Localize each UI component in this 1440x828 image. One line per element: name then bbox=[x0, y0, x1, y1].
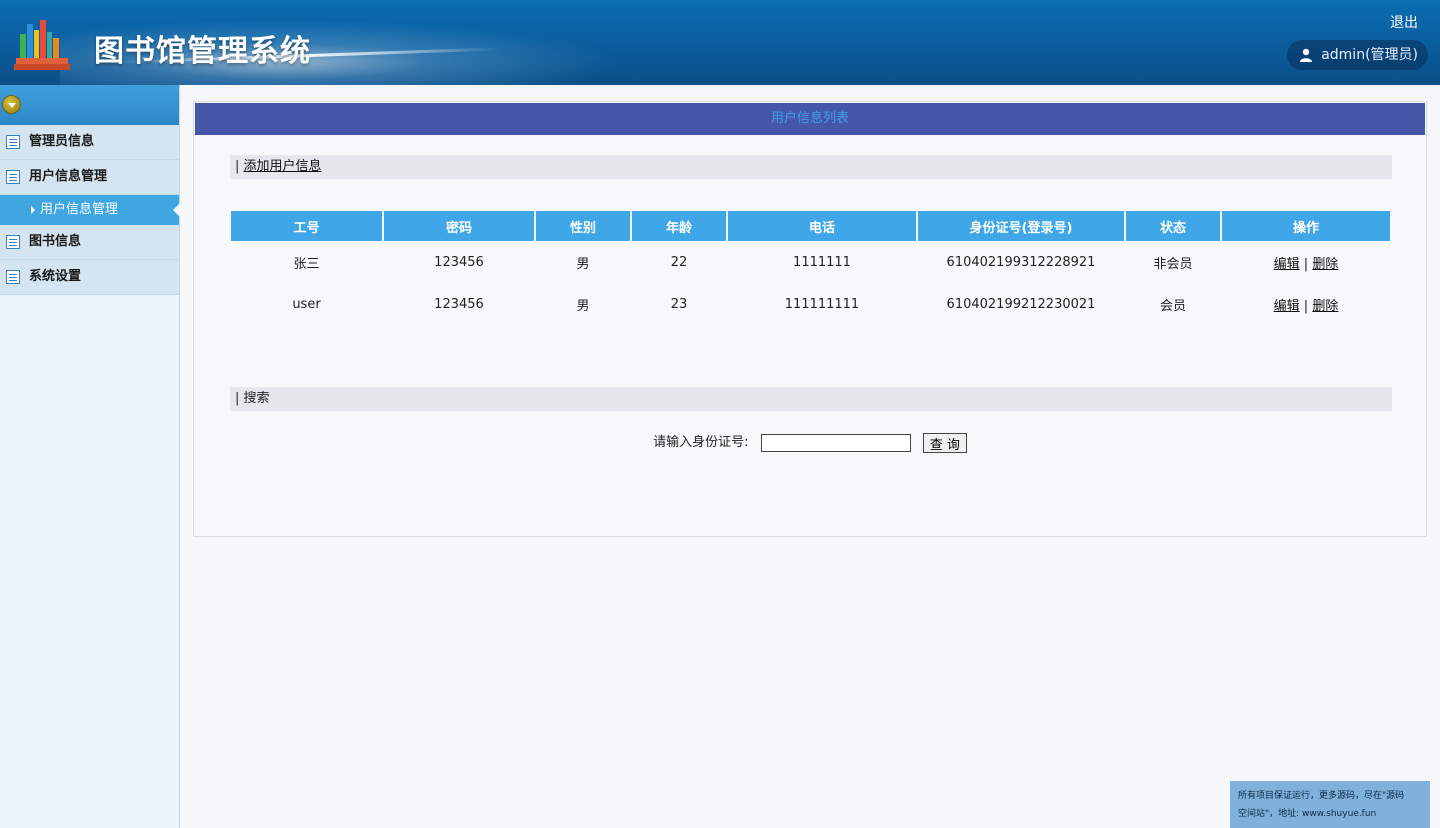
table-row: 张三 123456 男 22 1111111 61040219931222892… bbox=[231, 241, 1390, 283]
cell-age: 23 bbox=[670, 296, 688, 312]
column-header: 年龄 bbox=[632, 211, 726, 241]
column-header: 状态 bbox=[1126, 211, 1220, 241]
search-button[interactable]: 查 询 bbox=[922, 432, 967, 453]
search-row: 请输入身份证号: 查 询 bbox=[194, 431, 1426, 453]
panel-title: 用户信息列表 bbox=[195, 103, 1425, 135]
cell-status: 非会员 bbox=[1153, 256, 1193, 272]
watermark-note: 所有项目保证运行，更多源码，尽在"源码 空间站"，地址: www.shuyue.… bbox=[1230, 781, 1430, 828]
sidebar-subitem-label: 用户信息管理 bbox=[40, 202, 119, 217]
cell-id: user bbox=[292, 296, 321, 312]
column-header: 工号 bbox=[231, 211, 382, 241]
caret-right-icon bbox=[31, 206, 35, 214]
action-separator: | bbox=[1303, 298, 1309, 314]
cell-phone: 1111111 bbox=[793, 254, 851, 270]
sidebar-item-label: 图书信息 bbox=[29, 234, 82, 249]
bar-separator: | bbox=[235, 159, 244, 174]
search-section-label: 搜索 bbox=[243, 391, 270, 406]
column-header: 操作 bbox=[1222, 211, 1390, 241]
watermark-line: 所有项目保证运行，更多源码，尽在"源码 bbox=[1238, 791, 1405, 801]
sidebar-item-user-management[interactable]: 用户信息管理 bbox=[0, 160, 179, 195]
list-icon bbox=[6, 135, 20, 149]
bar-separator: | bbox=[235, 391, 244, 406]
sidebar-item-book-info[interactable]: 图书信息 bbox=[0, 225, 179, 260]
add-user-link[interactable]: 添加用户信息 bbox=[244, 159, 322, 174]
sidebar-item-system-settings[interactable]: 系统设置 bbox=[0, 260, 179, 295]
column-header: 电话 bbox=[728, 211, 916, 241]
column-header: 性别 bbox=[536, 211, 630, 241]
table-header-row: 工号 密码 性别 年龄 电话 身份证号(登录号) 状态 操作 bbox=[231, 211, 1390, 241]
collapse-toggle-icon[interactable] bbox=[2, 95, 21, 114]
cell-actions: 编辑 | 删除 bbox=[1222, 283, 1390, 325]
table-row: user 123456 男 23 111111111 6104021992122… bbox=[231, 283, 1390, 325]
sidebar-item-admin-info[interactable]: 管理员信息 bbox=[0, 125, 179, 160]
sidebar-item-label: 系统设置 bbox=[29, 269, 82, 284]
list-icon bbox=[6, 270, 20, 284]
action-separator: | bbox=[1303, 256, 1309, 272]
current-user-badge[interactable]: admin(管理员) bbox=[1287, 40, 1428, 70]
user-table: 工号 密码 性别 年龄 电话 身份证号(登录号) 状态 操作 张三 123456… bbox=[229, 211, 1392, 325]
sidebar-top bbox=[0, 85, 179, 125]
current-user-label: admin(管理员) bbox=[1321, 47, 1418, 63]
cell-gender: 男 bbox=[576, 298, 590, 314]
edit-link[interactable]: 编辑 bbox=[1274, 257, 1300, 272]
delete-link[interactable]: 删除 bbox=[1312, 257, 1338, 272]
add-user-bar: | 添加用户信息 bbox=[230, 155, 1392, 179]
list-icon bbox=[6, 170, 20, 184]
edit-link[interactable]: 编辑 bbox=[1274, 299, 1300, 314]
column-header: 身份证号(登录号) bbox=[918, 211, 1124, 241]
user-list-panel: 用户信息列表 | 添加用户信息 工号 密码 性别 年龄 电话 身份证号(登录号)… bbox=[193, 101, 1427, 537]
cell-id-card: 610402199212230021 bbox=[946, 296, 1096, 312]
cell-age: 22 bbox=[670, 254, 688, 270]
column-header: 密码 bbox=[384, 211, 534, 241]
cell-actions: 编辑 | 删除 bbox=[1222, 241, 1390, 283]
list-icon bbox=[6, 235, 20, 249]
watermark-line: 空间站"，地址: www.shuyue.fun bbox=[1238, 809, 1377, 819]
search-label: 请输入身份证号: bbox=[653, 435, 749, 450]
cell-id: 张三 bbox=[293, 256, 320, 272]
active-indicator bbox=[173, 203, 180, 217]
cell-status: 会员 bbox=[1159, 298, 1186, 314]
logout-link[interactable]: 退出 bbox=[1390, 12, 1418, 32]
sidebar-item-label: 管理员信息 bbox=[29, 134, 95, 149]
cell-password: 123456 bbox=[434, 296, 484, 312]
app-title: 图书馆管理系统 bbox=[94, 34, 311, 69]
sidebar-item-label: 用户信息管理 bbox=[29, 169, 108, 184]
user-icon bbox=[1300, 48, 1313, 62]
cell-gender: 男 bbox=[576, 256, 590, 272]
cell-password: 123456 bbox=[434, 254, 484, 270]
app-header: 图书馆管理系统 退出 admin(管理员) bbox=[0, 0, 1440, 85]
sidebar-subitem-user-management[interactable]: 用户信息管理 bbox=[0, 195, 180, 225]
search-section-bar: | 搜索 bbox=[230, 387, 1392, 411]
sidebar: 管理员信息 用户信息管理 用户信息管理 图书信息 系统设置 bbox=[0, 85, 180, 828]
cell-phone: 111111111 bbox=[784, 296, 860, 312]
id-card-search-input[interactable] bbox=[760, 433, 911, 452]
delete-link[interactable]: 删除 bbox=[1312, 299, 1338, 314]
books-logo-icon bbox=[14, 20, 70, 70]
cell-id-card: 610402199312228921 bbox=[946, 254, 1096, 270]
